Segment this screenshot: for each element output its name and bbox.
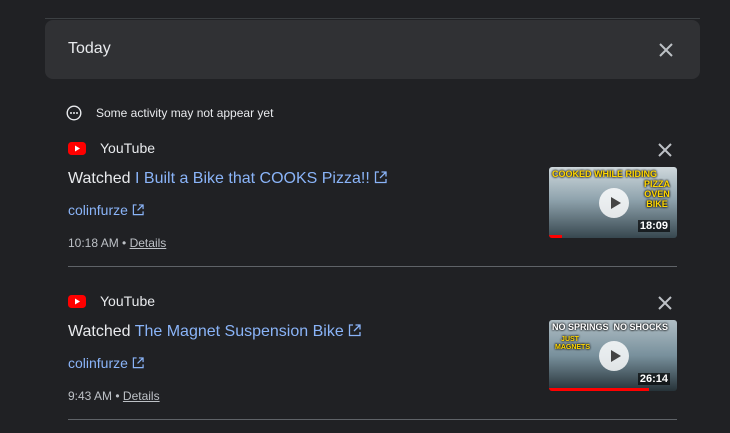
video-thumbnail[interactable]: COOKED WHILE RIDING PIZZA OVEN BIKE 18:0… xyxy=(549,167,677,238)
play-icon xyxy=(599,188,629,218)
close-icon xyxy=(658,296,672,310)
details-link[interactable]: Details xyxy=(123,389,160,403)
delete-item-button[interactable] xyxy=(653,138,677,162)
thumbnail-caption: JUST MAGNETS xyxy=(555,336,590,351)
item-divider xyxy=(68,266,677,267)
external-link-icon xyxy=(132,204,144,216)
video-title-link[interactable]: The Magnet Suspension Bike xyxy=(135,323,361,340)
watch-progress-bar xyxy=(549,388,649,391)
source-name: YouTube xyxy=(100,293,156,309)
source-name: YouTube xyxy=(100,140,156,156)
item-meta: 10:18 AM • Details xyxy=(68,236,166,250)
external-link-icon xyxy=(348,324,361,337)
close-icon xyxy=(658,143,672,157)
youtube-logo-icon xyxy=(68,141,86,155)
channel-link[interactable]: colinfurze xyxy=(68,202,144,218)
item-source: YouTube xyxy=(68,140,155,156)
item-time: 10:18 AM xyxy=(68,236,119,250)
play-icon xyxy=(599,341,629,371)
channel-name: colinfurze xyxy=(68,355,128,371)
channel-name: colinfurze xyxy=(68,202,128,218)
thumbnail-caption: PIZZA OVEN BIKE xyxy=(644,179,670,209)
more-horizontal-circle-icon xyxy=(66,105,82,121)
thumbnail-caption: NO SPRINGS NO SHOCKS xyxy=(552,322,669,332)
meta-separator: • xyxy=(122,236,127,250)
item-time: 9:43 AM xyxy=(68,389,113,403)
video-thumbnail[interactable]: NO SPRINGS NO SHOCKS JUST MAGNETS 26:14 xyxy=(549,320,677,391)
meta-separator: • xyxy=(115,389,120,403)
notice-text: Some activity may not appear yet xyxy=(96,106,274,120)
watch-progress-bar xyxy=(549,235,562,238)
external-link-icon xyxy=(132,357,144,369)
day-header: Today xyxy=(45,20,700,79)
video-duration: 18:09 xyxy=(637,220,670,232)
video-title: I Built a Bike that COOKS Pizza!! xyxy=(135,170,370,187)
channel-link[interactable]: colinfurze xyxy=(68,355,144,371)
item-headline: Watched The Magnet Suspension Bike xyxy=(68,323,361,341)
item-headline: Watched I Built a Bike that COOKS Pizza!… xyxy=(68,170,387,188)
item-verb: Watched xyxy=(68,323,131,340)
item-verb: Watched xyxy=(68,170,131,187)
activity-notice: Some activity may not appear yet xyxy=(66,105,273,121)
top-divider xyxy=(45,18,700,19)
item-divider xyxy=(68,419,677,420)
activity-item: YouTube Watched The Magnet Suspension Bi… xyxy=(68,293,677,433)
activity-item: YouTube Watched I Built a Bike that COOK… xyxy=(68,140,677,280)
close-day-button[interactable] xyxy=(654,38,678,62)
youtube-logo-icon xyxy=(68,294,86,308)
day-title: Today xyxy=(68,40,111,57)
video-duration: 26:14 xyxy=(637,373,670,385)
video-title: The Magnet Suspension Bike xyxy=(134,323,344,340)
thumbnail-caption: COOKED WHILE RIDING xyxy=(552,169,657,179)
details-link[interactable]: Details xyxy=(130,236,167,250)
external-link-icon xyxy=(374,171,387,184)
delete-item-button[interactable] xyxy=(653,291,677,315)
item-source: YouTube xyxy=(68,293,155,309)
item-meta: 9:43 AM • Details xyxy=(68,389,160,403)
video-title-link[interactable]: I Built a Bike that COOKS Pizza!! xyxy=(135,170,387,187)
close-icon xyxy=(659,43,673,57)
